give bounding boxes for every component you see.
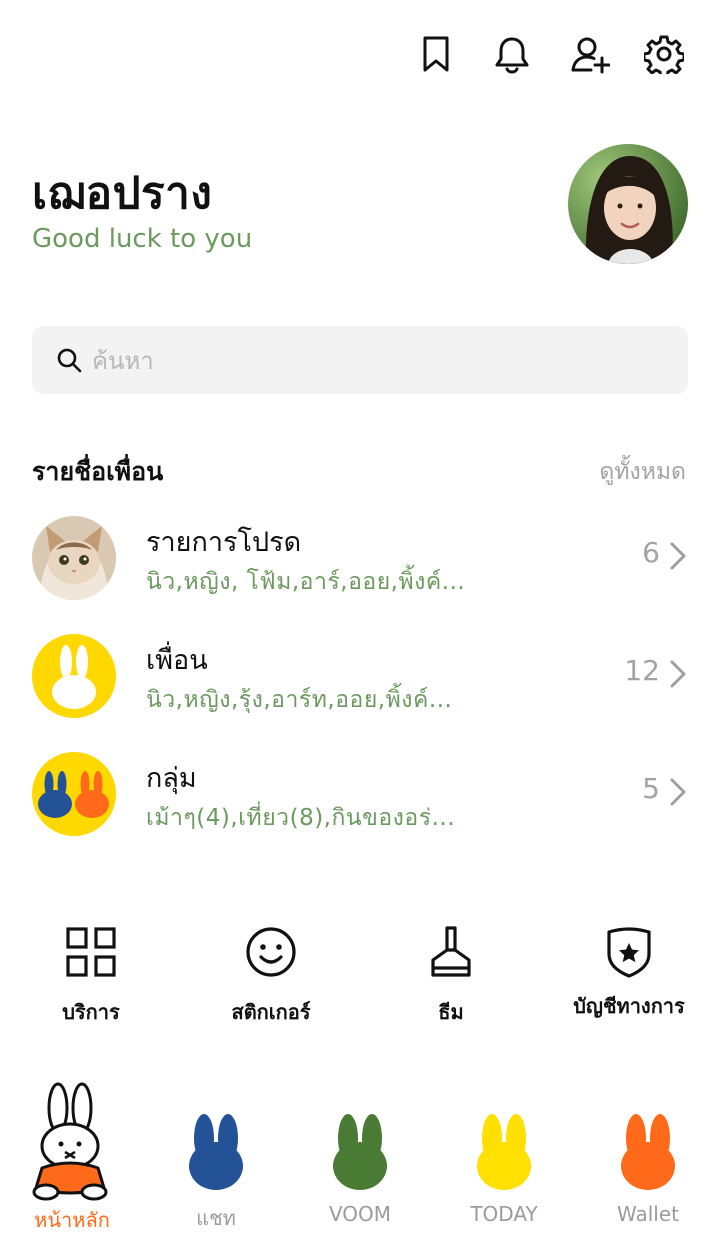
bell-icon[interactable] bbox=[490, 32, 534, 76]
friend-list-row-title: กลุ่ม bbox=[146, 763, 197, 794]
tab-today-label: TODAY bbox=[470, 1202, 538, 1226]
profile-avatar[interactable] bbox=[568, 144, 688, 264]
search-bar[interactable] bbox=[32, 326, 688, 396]
friend-list-row-subtitle: เม้าๆ(4),เที่ยว(8),กินของอร่... bbox=[146, 805, 456, 831]
services-shortcut[interactable]: บริการ bbox=[6, 924, 176, 1028]
tab-voom[interactable]: VOOM bbox=[288, 1080, 432, 1232]
friend-list-row-subtitle: นิว,หญิง, โฟ้ม,อาร์,ออย,พิ้งค์... bbox=[146, 569, 466, 595]
friend-list-row-title: รายการโปรด bbox=[146, 527, 302, 558]
stickers-label: สติกเกอร์ bbox=[231, 1000, 311, 1024]
bunny-voom-icon bbox=[333, 1114, 387, 1190]
search-icon bbox=[57, 348, 82, 373]
brush-icon bbox=[431, 926, 471, 977]
services-label: บริการ bbox=[62, 1000, 120, 1024]
themes-shortcut[interactable]: ธีม bbox=[366, 924, 536, 1028]
stickers-shortcut[interactable]: สติกเกอร์ bbox=[186, 924, 356, 1028]
see-all-link[interactable]: ดูทั้งหมด bbox=[599, 454, 686, 490]
tab-chat-label: แชท bbox=[196, 1206, 236, 1230]
tab-today[interactable]: TODAY bbox=[432, 1080, 576, 1232]
tab-chat[interactable]: แชท bbox=[144, 1080, 288, 1232]
add-friend-icon[interactable] bbox=[568, 32, 612, 76]
miffy-home-icon bbox=[32, 1082, 108, 1201]
tab-voom-label: VOOM bbox=[328, 1202, 392, 1226]
two-bunnies-avatar bbox=[32, 752, 116, 836]
smiley-icon bbox=[246, 927, 296, 977]
search-input[interactable] bbox=[90, 326, 674, 396]
bunny-today-icon bbox=[477, 1114, 531, 1190]
tab-wallet[interactable]: Wallet bbox=[576, 1080, 720, 1232]
official-account-icon bbox=[607, 927, 651, 978]
tab-home[interactable]: หน้าหลัก bbox=[0, 1080, 144, 1232]
friend-list-row-friends[interactable]: เพื่อน นิว,หญิง,รุ้ง,อาร์ท,ออย,พิ้งค์...… bbox=[32, 634, 688, 724]
friend-list-row-groups[interactable]: กลุ่ม เม้าๆ(4),เที่ยว(8),กินของอร่... 5 bbox=[32, 752, 688, 842]
friend-list-row-favorites[interactable]: รายการโปรด นิว,หญิง, โฟ้ม,อาร์,ออย,พิ้งค… bbox=[32, 516, 688, 606]
bunny-white-avatar bbox=[32, 634, 116, 718]
bunny-wallet-icon bbox=[621, 1114, 675, 1190]
themes-label: ธีม bbox=[438, 1000, 464, 1024]
profile-status-message[interactable]: Good luck to you bbox=[32, 224, 252, 254]
friend-list-row-count: 5 bbox=[642, 772, 660, 805]
friend-list-row-count: 12 bbox=[624, 654, 660, 687]
tab-home-label: หน้าหลัก bbox=[34, 1208, 110, 1232]
settings-icon[interactable] bbox=[642, 32, 686, 76]
friend-list-row-count: 6 bbox=[642, 536, 660, 569]
cat-avatar bbox=[32, 516, 116, 600]
chevron-right-icon bbox=[670, 542, 686, 570]
friends-section-title: รายชื่อเพื่อน bbox=[32, 457, 164, 486]
official-accounts-shortcut[interactable]: บัญชีทางการ bbox=[544, 924, 714, 1022]
profile-name[interactable]: เฌอปราง bbox=[32, 158, 212, 228]
chevron-right-icon bbox=[670, 778, 686, 806]
grid-icon bbox=[66, 927, 116, 977]
bunny-chat-icon bbox=[189, 1114, 243, 1190]
official-accounts-label: บัญชีทางการ bbox=[573, 994, 685, 1018]
tab-wallet-label: Wallet bbox=[616, 1202, 679, 1226]
friend-list-row-subtitle: นิว,หญิง,รุ้ง,อาร์ท,ออย,พิ้งค์... bbox=[146, 687, 453, 713]
chevron-right-icon bbox=[670, 660, 686, 688]
bookmark-icon[interactable] bbox=[414, 32, 458, 76]
friend-list-row-title: เพื่อน bbox=[146, 645, 208, 676]
